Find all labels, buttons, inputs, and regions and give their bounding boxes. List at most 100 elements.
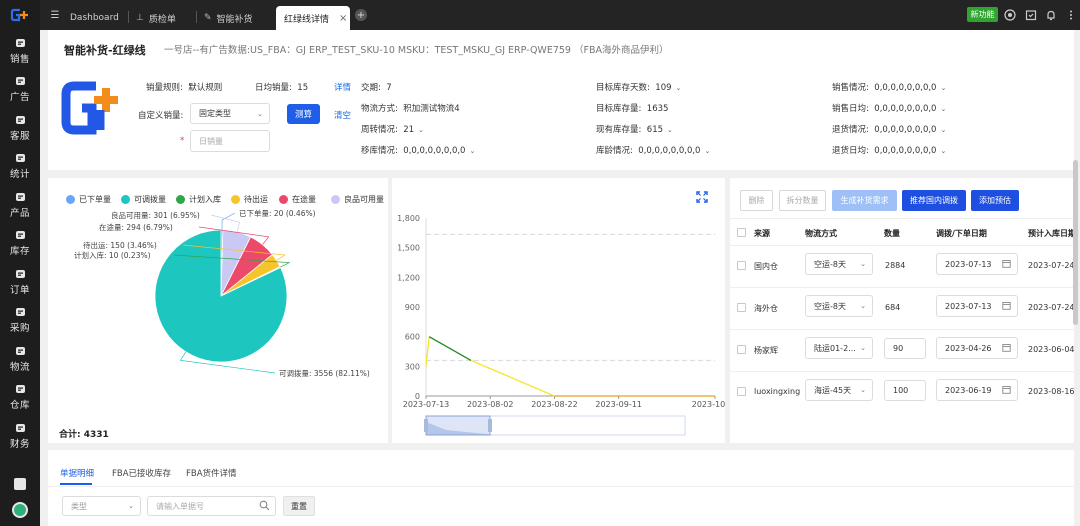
cell-eta: 2023-06-04	[1028, 345, 1074, 354]
x-tick-label: 2023-09-11	[595, 400, 642, 409]
doc-search-input[interactable]: 请输入单据号	[147, 496, 276, 516]
col4-item-0[interactable]: 销售情况: 0,0,0,0,0,0,0,0 ⌄	[832, 81, 946, 93]
row-checkbox[interactable]	[737, 387, 746, 396]
table-row[interactable]: 杨家辉 陆运01-2... ⌄ 90 2023-04-26 2023-06-04	[730, 329, 1074, 371]
y-tick-label: 600	[405, 333, 420, 342]
detail-link[interactable]: 详情	[334, 81, 351, 93]
brand-logo-icon	[10, 8, 28, 22]
generate-demand-button[interactable]: 生成补货需求	[832, 190, 897, 211]
chevron-down-icon: ⌄	[860, 302, 866, 310]
order-date-picker[interactable]: 2023-04-26	[936, 337, 1018, 359]
replenish-table-panel: 删除 拆分数量 生成补货需求 推荐国内调拨 添加预估 来源 物流方式 数量 调拨…	[730, 178, 1074, 443]
order-date-picker[interactable]: 2023-06-19	[936, 379, 1018, 401]
col4-item-2[interactable]: 退货情况: 0,0,0,0,0,0,0,0 ⌄	[832, 123, 946, 135]
col2-item-3[interactable]: 移库情况: 0,0,0,0,0,0,0,0 ⌄	[361, 144, 475, 156]
search-icon[interactable]	[259, 500, 270, 513]
cell-source: 国内仓	[754, 262, 778, 271]
pie-callout-label: 良品可用量: 301 (6.95%)	[111, 210, 200, 220]
collapse-menu-icon[interactable]: ☰	[48, 8, 62, 22]
y-tick-label: 1,500	[397, 244, 420, 253]
method-select[interactable]: 空运-8天 ⌄	[805, 253, 873, 275]
tab-quality-check[interactable]: ⊥ 质检单	[136, 6, 176, 30]
sidebar-item-4[interactable]: 产品	[0, 186, 40, 224]
method-select[interactable]: 陆运01-2... ⌄	[805, 337, 873, 359]
sidebar-item-3[interactable]: 统计	[0, 148, 40, 186]
zoom-handle-left[interactable]	[424, 419, 428, 432]
line-chart: 1,8001,5001,20090060030002023-07-13 2023-…	[397, 214, 725, 436]
clear-link[interactable]: 清空	[334, 109, 351, 121]
table-row[interactable]: luoxingxing 海运-45天 ⌄ 100 2023-06-19 2023-…	[730, 371, 1074, 413]
qty-input[interactable]: 100	[884, 380, 926, 401]
sidebar-item-8[interactable]: 物流	[0, 340, 40, 378]
chevron-down-icon: ⌄	[675, 84, 682, 92]
chevron-down-icon: ⌄	[469, 147, 476, 155]
method-select[interactable]: 海运-45天 ⌄	[805, 379, 873, 401]
sidebar-item-0[interactable]: 销售	[0, 32, 40, 70]
sidebar-item-10[interactable]: 财务	[0, 417, 40, 455]
app-logo[interactable]	[0, 0, 40, 30]
tab-dashboard[interactable]: Dashboard	[70, 6, 119, 30]
tab-fba-received[interactable]: FBA已接收库存	[112, 467, 171, 479]
sidebar-item-7[interactable]: 采购	[0, 302, 40, 340]
avatar[interactable]	[12, 502, 28, 518]
tab-fba-shipment[interactable]: FBA货件详情	[186, 467, 237, 479]
order-date-picker[interactable]: 2023-07-13	[936, 253, 1018, 275]
order-date-picker[interactable]: 2023-07-13	[936, 295, 1018, 317]
col3-item-3[interactable]: 库龄情况: 0,0,0,0,0,0,0,0 ⌄	[596, 144, 710, 156]
table-row[interactable]: 海外仓 空运-8天 ⌄ 684 2023-07-13 2023-07-24	[730, 287, 1074, 329]
sidebar-item-2[interactable]: 客服	[0, 109, 40, 147]
calendar-icon	[1002, 259, 1011, 270]
daily-sales: 日均销量: 15	[255, 83, 309, 93]
tabs-divider	[48, 486, 1074, 487]
type-select[interactable]: 类型 ⌄	[62, 496, 141, 516]
delete-button[interactable]: 删除	[740, 190, 773, 211]
qty-input[interactable]: 90	[884, 338, 926, 359]
col-header-eta: 预计入库日期	[1028, 229, 1074, 238]
sidebar-item-9[interactable]: 仓库	[0, 379, 40, 417]
col-header-method: 物流方式	[805, 229, 837, 238]
split-qty-button[interactable]: 拆分数量	[779, 190, 826, 211]
custom-sales-select[interactable]: 固定类型 ⌄	[190, 103, 270, 124]
col3-item-2[interactable]: 现有库存量: 615 ⌄	[596, 123, 673, 135]
add-forecast-button[interactable]: 添加预估	[971, 190, 1019, 211]
select-all-checkbox[interactable]	[737, 228, 746, 237]
tab-doc-detail[interactable]: 单据明细	[60, 467, 94, 479]
task-icon[interactable]	[1024, 8, 1038, 22]
col4-item-3[interactable]: 退货日均: 0,0,0,0,0,0,0,0 ⌄	[832, 144, 946, 156]
building-icon	[14, 384, 26, 394]
new-feature-badge[interactable]: 新功能	[967, 7, 998, 22]
col2-item-1: 物流方式: 积加测试物流4	[361, 104, 460, 114]
tab-label: 质检单	[148, 14, 176, 25]
zoom-handle-right[interactable]	[488, 419, 492, 432]
row-checkbox[interactable]	[737, 303, 746, 312]
y-tick-label: 900	[405, 303, 420, 312]
col3-item-0[interactable]: 目标库存天数: 109 ⌄	[596, 81, 681, 93]
reset-button[interactable]: 重置	[283, 496, 315, 516]
pie-callout-label: 在途量: 294 (6.79%)	[99, 222, 173, 232]
col2-item-2[interactable]: 周转情况: 21 ⌄	[361, 123, 424, 135]
row-checkbox[interactable]	[737, 261, 746, 270]
col4-item-1[interactable]: 销售日均: 0,0,0,0,0,0,0,0 ⌄	[832, 102, 946, 114]
close-tab-icon[interactable]: ×	[339, 13, 347, 24]
method-select[interactable]: 空运-8天 ⌄	[805, 295, 873, 317]
sidebar-item-label: 广告	[9, 92, 30, 103]
zoom-window[interactable]	[425, 415, 491, 436]
recommend-transfer-button[interactable]: 推荐国内调拨	[902, 190, 966, 211]
sidebar-item-1[interactable]: 广告	[0, 71, 40, 109]
more-options-icon[interactable]	[1064, 8, 1078, 22]
calc-button[interactable]: 测算	[287, 104, 320, 124]
table-row[interactable]: 国内仓 空运-8天 ⌄ 2884 2023-07-13 2023-07-24	[730, 245, 1074, 287]
tab-smart-replenish[interactable]: ✎ 智能补货	[204, 6, 253, 30]
page-scrollbar[interactable]	[1073, 160, 1078, 325]
calendar-icon	[1002, 343, 1011, 354]
help-icon[interactable]	[1003, 8, 1017, 22]
add-tab-icon[interactable]: +	[355, 9, 367, 21]
bell-icon[interactable]	[1044, 8, 1058, 22]
sidebar-item-label: 客服	[9, 130, 30, 142]
tab-red-green-detail[interactable]: 红绿线详情 ×	[276, 6, 350, 30]
sidebar-item-6[interactable]: 订单	[0, 263, 40, 301]
daily-sales-input[interactable]: 日销量	[190, 130, 270, 152]
sidebar-item-5[interactable]: 库存	[0, 225, 40, 263]
row-checkbox[interactable]	[737, 345, 746, 354]
settings-icon[interactable]	[14, 478, 26, 490]
